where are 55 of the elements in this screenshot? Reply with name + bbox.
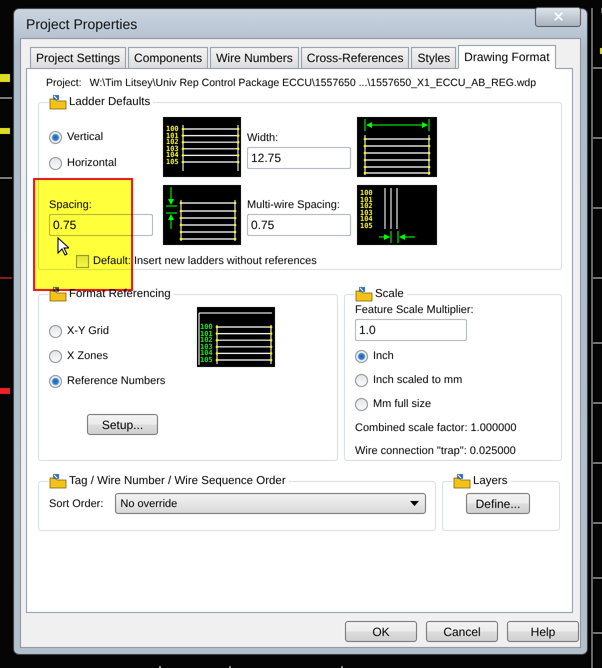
field-label: Spacing:: [49, 198, 93, 210]
field-label: Sort Order:: [49, 498, 104, 510]
radio-label[interactable]: X Zones: [67, 350, 108, 362]
tab[interactable]: Project Settings: [30, 47, 126, 68]
radio-button[interactable]: [355, 350, 368, 362]
field-label: Width:: [247, 132, 280, 144]
folder-icon: [49, 94, 67, 110]
caret-icon: [410, 501, 420, 506]
dialog-button[interactable]: Cancel: [426, 621, 498, 642]
radio-label[interactable]: Reference Numbers: [67, 375, 166, 387]
close-button[interactable]: [535, 6, 581, 26]
define-button[interactable]: Define...: [466, 493, 530, 514]
width-field[interactable]: 12.75: [247, 146, 351, 168]
multiplier-field[interactable]: 1.0: [355, 319, 467, 341]
trap-text: Wire connection "trap": 0.025000: [355, 445, 517, 457]
tab[interactable]: Wire Numbers: [210, 47, 299, 68]
window-title: Project Properties: [25, 16, 138, 32]
radio-button[interactable]: [49, 350, 62, 362]
sort-order-dropdown[interactable]: No override: [115, 493, 426, 514]
multiwire-spacing-field[interactable]: 0.75: [247, 214, 351, 236]
project-path: W:\Tim Litsey\Univ Rep Control Package ECCU\1557650 ...\1557650_X1_ECCU_AB_REG.wdp: [90, 77, 536, 89]
tab[interactable]: Components: [128, 47, 208, 68]
folder-icon: [355, 286, 373, 302]
close-icon: [552, 10, 564, 23]
radio-button[interactable]: [49, 156, 62, 170]
dialog-button[interactable]: Help: [507, 621, 579, 642]
radio-button[interactable]: [355, 398, 368, 410]
radio-label[interactable]: X-Y Grid: [67, 325, 109, 337]
folder-icon: [49, 473, 67, 489]
group-title: Scale: [375, 288, 404, 300]
field-label: Feature Scale Multiplier:: [355, 304, 475, 316]
setup-button[interactable]: Setup...: [87, 414, 158, 435]
group-title: Layers: [473, 475, 508, 487]
tab[interactable]: Styles: [411, 47, 456, 68]
radio-label[interactable]: Inch: [373, 350, 394, 362]
radio-button[interactable]: [49, 324, 62, 338]
field-label: Multi-wire Spacing:: [247, 198, 341, 210]
group-title: Tag / Wire Number / Wire Sequence Order: [69, 475, 286, 487]
project-label: Project:: [46, 77, 82, 89]
group-title: Ladder Defaults: [69, 96, 150, 108]
group-title: Format Referencing: [69, 288, 171, 300]
radio-label[interactable]: Horizontal: [67, 157, 117, 169]
radio-button[interactable]: [49, 130, 62, 144]
radio-label[interactable]: Inch scaled to mm: [373, 374, 462, 386]
radio-label[interactable]: Mm full size: [373, 398, 432, 410]
scale-factor-text: Combined scale factor: 1.000000: [355, 422, 518, 434]
tab[interactable]: Drawing Format: [458, 45, 556, 69]
checkbox-label[interactable]: Default: Insert new ladders without references: [93, 255, 317, 267]
radio-button[interactable]: [49, 374, 62, 388]
tab[interactable]: Cross-References: [300, 47, 410, 68]
folder-icon: [453, 473, 471, 489]
pointer-icon: [57, 237, 69, 256]
radio-label[interactable]: Vertical: [67, 131, 104, 143]
dialog-button[interactable]: OK: [345, 621, 417, 642]
radio-button[interactable]: [355, 374, 368, 386]
